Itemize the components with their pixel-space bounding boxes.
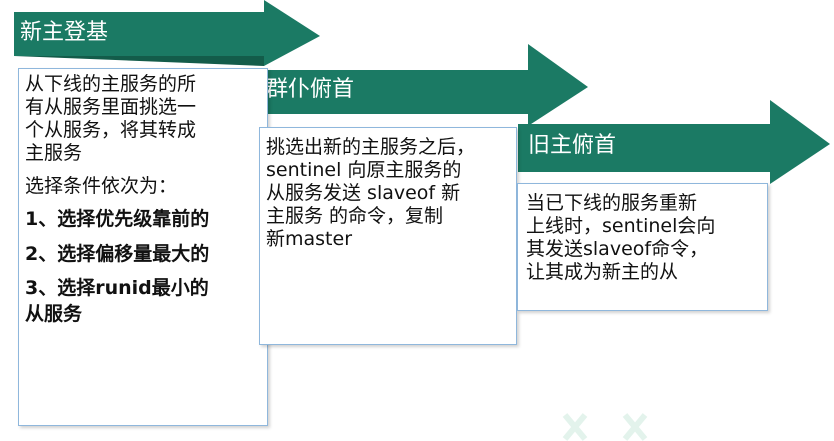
text-line: 新master bbox=[266, 228, 353, 250]
text-line: sentinel 向原主服务的 bbox=[266, 159, 462, 181]
text-line: 让其成为新主的从 bbox=[526, 261, 679, 283]
text-line: 挑选出新的主服务之后， bbox=[266, 136, 476, 158]
step-3-description: 当已下线的服务重新 上线时，sentinel会向 其发送slaveof命令， 让… bbox=[517, 183, 768, 311]
step-2-description: 挑选出新的主服务之后， sentinel 向原主服务的 从服务发送 slaveo… bbox=[259, 127, 517, 345]
criteria-item: 3、选择runid最小的 bbox=[25, 277, 209, 299]
text-line: 其发送slaveof命令， bbox=[526, 238, 709, 260]
text-line: 上线时，sentinel会向 bbox=[526, 215, 716, 237]
step-1-description: 从下线的主服务的所 有从服务里面挑选一 个从服务，将其转成 主服务 选择条件依次… bbox=[18, 68, 268, 426]
step-3-title: 旧主俯首 bbox=[528, 133, 617, 158]
text-line: 有从服务里面挑选一 bbox=[25, 96, 197, 118]
text-line: 主服务 的命令，复制 bbox=[266, 205, 444, 227]
step-1-title: 新主登基 bbox=[20, 20, 109, 45]
criteria-item: 1、选择优先级靠前的 bbox=[25, 208, 210, 230]
step-2-title: 群仆俯首 bbox=[266, 77, 355, 102]
text-line: 从下线的主服务的所 bbox=[25, 73, 197, 95]
text-line: 当已下线的服务重新 bbox=[526, 192, 698, 214]
criteria-item: 从服务 bbox=[25, 303, 83, 325]
text-line: 从服务发送 slaveof 新 bbox=[266, 182, 461, 204]
step-3-arrow: 旧主俯首 bbox=[518, 100, 830, 184]
text-line: 个从服务，将其转成 bbox=[25, 119, 197, 141]
text-line: 主服务 bbox=[25, 142, 83, 164]
criteria-item: 2、选择偏移量最大的 bbox=[25, 243, 210, 265]
watermark-mark bbox=[562, 413, 648, 441]
criteria-heading: 选择条件依次为： bbox=[25, 175, 178, 197]
